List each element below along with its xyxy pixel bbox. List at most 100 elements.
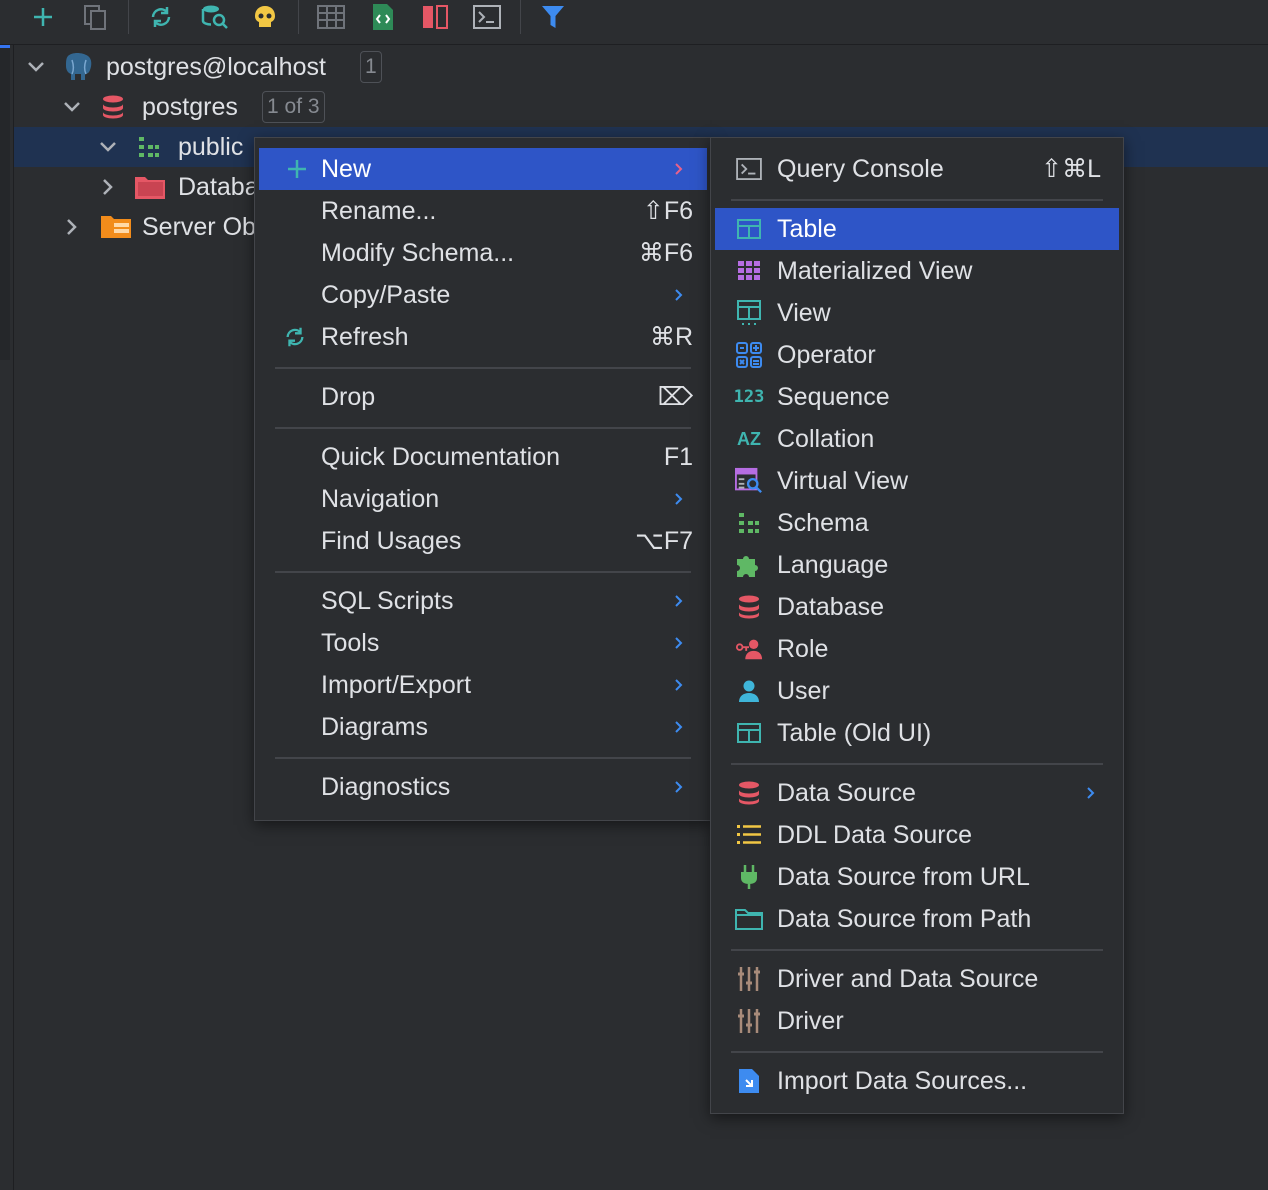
ddl-icon[interactable] [368, 2, 398, 32]
submenu-item-view[interactable]: View [715, 292, 1119, 334]
ddl-list-icon [735, 821, 763, 849]
menu-item-diagrams[interactable]: Diagrams [259, 706, 707, 748]
chevron-down-icon[interactable] [98, 137, 118, 157]
postgres-elephant-icon [62, 52, 96, 82]
refresh-icon[interactable] [146, 2, 176, 32]
compare-icon[interactable] [420, 2, 450, 32]
menu-item-label: Diagrams [321, 712, 428, 741]
schema-icon [735, 509, 763, 537]
table-view-icon[interactable] [316, 2, 346, 32]
menu-item-label: Navigation [321, 484, 440, 513]
duplicate-icon[interactable] [80, 2, 110, 32]
submenu-item-label: User [777, 676, 830, 705]
chevron-down-icon[interactable] [62, 97, 82, 117]
import-icon [735, 1067, 763, 1095]
submenu-item-data-source-from-path[interactable]: Data Source from Path [715, 898, 1119, 940]
server-objects-icon [100, 214, 132, 240]
submenu-item-user[interactable]: User [715, 670, 1119, 712]
database-icon [735, 593, 763, 621]
submenu-item-label: Schema [777, 508, 869, 537]
menu-item-diagnostics[interactable]: Diagnostics [259, 766, 707, 808]
menu-item-label: Rename... [321, 196, 437, 225]
console-icon[interactable] [472, 2, 502, 32]
submenu-item-driver-and-data-source[interactable]: Driver and Data Source [715, 958, 1119, 1000]
chevron-right-icon [1085, 787, 1097, 799]
submenu-item-sequence[interactable]: 123 Sequence [715, 376, 1119, 418]
chevron-right-icon[interactable] [62, 217, 82, 237]
submenu-item-import-data-sources[interactable]: Import Data Sources... [715, 1060, 1119, 1102]
submenu-item-operator[interactable]: Operator [715, 334, 1119, 376]
database-search-icon[interactable] [200, 2, 230, 32]
chevron-down-icon[interactable] [26, 57, 46, 77]
submenu-item-role[interactable]: Role [715, 628, 1119, 670]
submenu-item-table[interactable]: Table [715, 208, 1119, 250]
add-icon[interactable] [28, 2, 58, 32]
menu-item-refresh[interactable]: Refresh ⌘R [259, 316, 707, 358]
console-icon [735, 155, 763, 183]
menu-item-label: Quick Documentation [321, 442, 561, 471]
collation-icon: AZ [737, 428, 761, 449]
menu-item-drop[interactable]: Drop ⌦ [259, 376, 707, 418]
puzzle-icon [735, 551, 763, 579]
databases-folder-label: Databa [178, 172, 259, 201]
menu-item-label: Find Usages [321, 526, 462, 555]
menu-item-rename[interactable]: Rename... ⇧F6 [259, 190, 707, 232]
chevron-right-icon[interactable] [98, 177, 118, 197]
submenu-item-label: View [777, 298, 831, 327]
submenu-item-label: Data Source [777, 778, 916, 807]
submenu-item-query-console[interactable]: Query Console ⇧⌘L [715, 148, 1119, 190]
context-menu: New Rename... ⇧F6 Modify Schema... ⌘F6 C… [254, 137, 712, 821]
plug-icon [735, 863, 763, 891]
menu-item-navigation[interactable]: Navigation [259, 478, 707, 520]
submenu-item-table-old-ui[interactable]: Table (Old UI) [715, 712, 1119, 754]
submenu-item-label: Collation [777, 424, 875, 453]
submenu-item-data-source[interactable]: Data Source [715, 772, 1119, 814]
shortcut-label: ⇧F6 [642, 197, 693, 225]
menu-item-sql-scripts[interactable]: SQL Scripts [259, 580, 707, 622]
menu-item-label: Refresh [321, 322, 409, 351]
submenu-item-materialized-view[interactable]: Materialized View [715, 250, 1119, 292]
chevron-right-icon [673, 637, 685, 649]
schema-label: public [178, 132, 244, 161]
submenu-item-ddl-data-source[interactable]: DDL Data Source [715, 814, 1119, 856]
menu-item-modify-schema[interactable]: Modify Schema... ⌘F6 [259, 232, 707, 274]
menu-separator [731, 1051, 1103, 1053]
submenu-item-schema[interactable]: Schema [715, 502, 1119, 544]
table-icon [735, 215, 763, 243]
shortcut-label: ⇧⌘L [1041, 155, 1101, 183]
menu-item-tools[interactable]: Tools [259, 622, 707, 664]
submenu-item-virtual-view[interactable]: Virtual View [715, 460, 1119, 502]
sequence-icon: 123 [733, 387, 765, 407]
chevron-right-icon [673, 721, 685, 733]
menu-item-copy-paste[interactable]: Copy/Paste [259, 274, 707, 316]
submenu-item-label: Driver and Data Source [777, 964, 1039, 993]
skull-icon[interactable] [250, 2, 280, 32]
menu-item-label: Import/Export [321, 670, 472, 699]
menu-item-new[interactable]: New [259, 148, 707, 190]
submenu-item-driver[interactable]: Driver [715, 1000, 1119, 1042]
tree-row-database[interactable]: postgres 1 of 3 [14, 87, 1268, 127]
toolbar-separator [520, 0, 521, 34]
menu-separator [275, 757, 691, 759]
submenu-item-language[interactable]: Language [715, 544, 1119, 586]
toolbar [0, 0, 1268, 45]
filter-icon[interactable] [538, 2, 568, 32]
menu-separator [275, 427, 691, 429]
submenu-item-database[interactable]: Database [715, 586, 1119, 628]
menu-item-find-usages[interactable]: Find Usages ⌥F7 [259, 520, 707, 562]
submenu-item-label: Materialized View [777, 256, 973, 285]
submenu-item-label: Table (Old UI) [777, 718, 932, 747]
submenu-item-label: Operator [777, 340, 876, 369]
submenu-item-data-source-from-url[interactable]: Data Source from URL [715, 856, 1119, 898]
gutter-marker [0, 44, 10, 360]
driver-icon [735, 965, 763, 993]
chevron-right-icon [673, 289, 685, 301]
menu-item-import-export[interactable]: Import/Export [259, 664, 707, 706]
submenu-item-label: Query Console [777, 154, 944, 183]
menu-item-quick-documentation[interactable]: Quick Documentation F1 [259, 436, 707, 478]
tree-row-connection[interactable]: postgres@localhost 1 [14, 47, 1268, 87]
database-icon [735, 779, 763, 807]
submenu-item-collation[interactable]: AZ Collation [715, 418, 1119, 460]
folder-icon [735, 905, 763, 933]
toolbar-separator [298, 0, 299, 34]
